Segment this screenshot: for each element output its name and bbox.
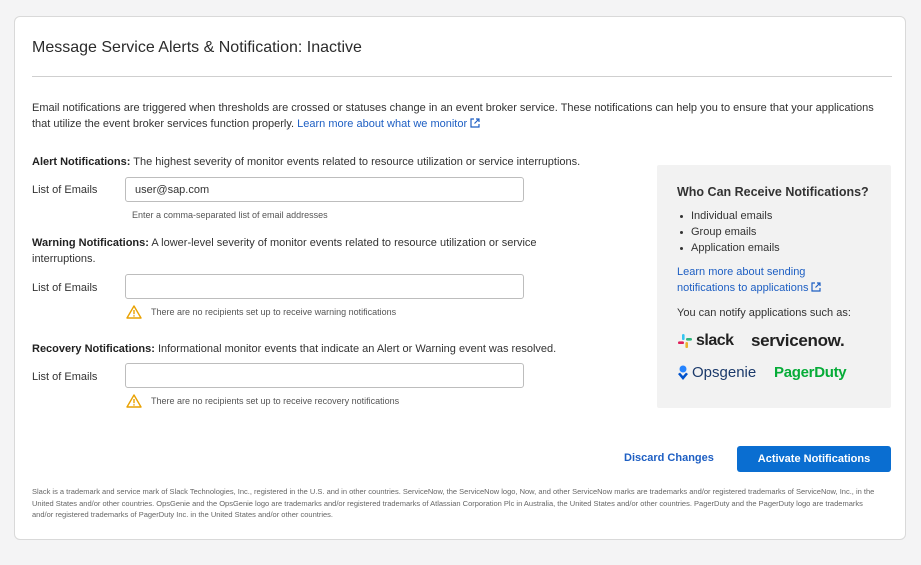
list-item: Group emails <box>677 224 780 240</box>
warning-no-recipients: There are no recipients set up to receiv… <box>126 305 396 319</box>
slack-logo: slack <box>677 332 734 350</box>
trademark-footer: Slack is a trademark and service mark of… <box>32 487 875 519</box>
pagerduty-wordmark: PagerDuty <box>774 364 847 381</box>
learn-more-applications-link[interactable]: Learn more about sending notifications t… <box>677 264 857 296</box>
opsgenie-logo: Opsgenie <box>677 364 756 381</box>
opsgenie-wordmark: Opsgenie <box>692 364 757 381</box>
discard-changes-button[interactable]: Discard Changes <box>624 452 714 464</box>
alert-emails-hint: Enter a comma-separated list of email ad… <box>132 210 328 220</box>
external-link-icon <box>811 282 822 292</box>
recipient-types-list: Individual emails Group emails Applicati… <box>677 208 780 256</box>
recovery-no-recipients-text: There are no recipients set up to receiv… <box>151 396 400 406</box>
servicenow-wordmark: servicenow. <box>751 331 845 350</box>
recovery-section-text: Recovery Notifications: Informational mo… <box>32 341 652 357</box>
recovery-no-recipients: There are no recipients set up to receiv… <box>126 394 399 408</box>
recovery-description: Informational monitor events that indica… <box>157 343 557 355</box>
warning-no-recipients-text: There are no recipients set up to receiv… <box>151 307 397 317</box>
warning-heading: Warning Notifications: <box>32 237 149 249</box>
pagerduty-logo: PagerDuty <box>774 364 847 381</box>
alert-heading: Alert Notifications: <box>32 156 131 168</box>
page-title: Message Service Alerts & Notification: I… <box>32 39 362 56</box>
warning-triangle-icon <box>126 305 142 319</box>
learn-more-monitor-link[interactable]: Learn more about what we monitor <box>297 118 480 130</box>
external-link-icon <box>470 118 480 128</box>
sidebar-title: Who Can Receive Notifications? <box>677 185 869 199</box>
intro-paragraph: Email notifications are triggered when t… <box>32 100 882 132</box>
learn-more-applications-label: Learn more about sending notifications t… <box>677 266 809 294</box>
list-item: Application emails <box>677 240 780 256</box>
warning-section-text: Warning Notifications: A lower-level sev… <box>32 235 592 267</box>
title-divider <box>32 76 892 77</box>
opsgenie-icon <box>678 365 688 380</box>
list-item: Individual emails <box>677 208 780 224</box>
alert-emails-label: List of Emails <box>32 184 98 196</box>
activate-notifications-button[interactable]: Activate Notifications <box>737 446 891 472</box>
recovery-emails-input[interactable] <box>125 363 524 388</box>
notify-apps-text: You can notify applications such as: <box>677 307 851 319</box>
alert-description: The highest severity of monitor events r… <box>133 156 581 168</box>
slack-wordmark: slack <box>696 332 734 349</box>
alerts-card: Message Service Alerts & Notification: I… <box>14 16 906 540</box>
warning-emails-input[interactable] <box>125 274 524 299</box>
alert-emails-input[interactable] <box>125 177 524 202</box>
warning-triangle-icon <box>126 394 142 408</box>
learn-more-monitor-label: Learn more about what we monitor <box>297 118 468 130</box>
warning-emails-label: List of Emails <box>32 282 98 294</box>
recipients-info-panel: Who Can Receive Notifications? Individua… <box>657 165 891 408</box>
slack-hash-icon <box>678 334 692 348</box>
recovery-heading: Recovery Notifications: <box>32 343 155 355</box>
servicenow-logo: servicenow. <box>751 331 845 351</box>
alert-section-text: Alert Notifications: The highest severit… <box>32 154 652 170</box>
recovery-emails-label: List of Emails <box>32 371 98 383</box>
